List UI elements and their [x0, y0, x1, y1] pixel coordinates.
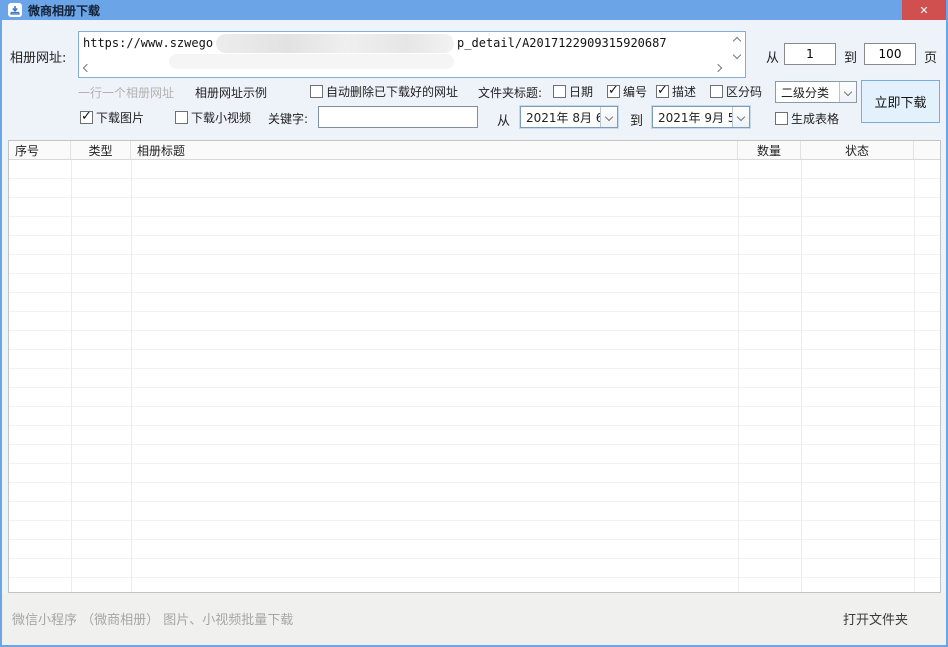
- checkbox-distinguish-code[interactable]: 区分码: [710, 83, 762, 100]
- checkbox-description[interactable]: 描述: [656, 83, 696, 100]
- date-from-label: 从: [497, 110, 510, 129]
- table-body[interactable]: [9, 160, 940, 592]
- column-divider: [71, 160, 72, 592]
- scroll-up-icon[interactable]: [733, 37, 741, 45]
- checkbox-box: [710, 85, 723, 98]
- column-header-title[interactable]: 相册标题: [131, 141, 738, 159]
- checkbox-date[interactable]: 日期: [553, 83, 593, 100]
- checkbox-box: [310, 85, 323, 98]
- keyword-input[interactable]: [318, 106, 478, 128]
- scroll-down-icon[interactable]: [733, 51, 741, 59]
- album-url-textarea[interactable]: https://www.szwego p_detail/A20171229093…: [78, 31, 746, 78]
- album-url-value: https://www.szwego p_detail/A20171229093…: [83, 34, 667, 52]
- url-example-link[interactable]: 相册网址示例: [195, 84, 267, 101]
- download-now-button[interactable]: 立即下载: [861, 80, 940, 123]
- keyword-label: 关键字:: [268, 110, 308, 127]
- app-download-icon: [8, 3, 22, 17]
- column-divider: [131, 160, 132, 592]
- url-prefix: https://www.szwego: [83, 36, 213, 50]
- folder-title-label: 文件夹标题:: [478, 84, 542, 101]
- page-from-input[interactable]: [784, 43, 836, 65]
- column-header-spacer: [914, 141, 940, 159]
- checkbox-box: [80, 111, 93, 124]
- page-from-label: 从: [766, 47, 779, 66]
- titlebar: 微商相册下载 ✕: [2, 0, 946, 20]
- checkbox-auto-delete[interactable]: 自动删除已下载好的网址: [310, 83, 458, 100]
- column-header-status[interactable]: 状态: [801, 141, 914, 159]
- url-hint-text: 一行一个相册网址: [78, 84, 174, 101]
- window-title: 微商相册下载: [28, 2, 100, 19]
- censored-blur: [216, 34, 454, 53]
- page-to-input[interactable]: [864, 43, 916, 65]
- status-info-text: 微信小程序 （微商相册） 图片、小视频批量下载: [12, 609, 293, 628]
- album-url-label: 相册网址:: [10, 47, 66, 66]
- chevron-down-icon: [839, 82, 856, 102]
- close-icon: ✕: [919, 4, 928, 17]
- checkbox-download-videos[interactable]: 下载小视频: [175, 109, 251, 126]
- page-to-label: 到: [844, 47, 857, 66]
- page-unit-label: 页: [924, 47, 937, 66]
- checkbox-box: [175, 111, 188, 124]
- checkbox-box: [775, 112, 788, 125]
- column-header-type[interactable]: 类型: [71, 141, 131, 159]
- column-divider: [801, 160, 802, 592]
- checkbox-generate-table[interactable]: 生成表格: [775, 110, 839, 127]
- category-select[interactable]: 二级分类: [775, 81, 857, 103]
- url-suffix: p_detail/A2017122909315920687: [457, 36, 667, 50]
- chevron-down-icon: [600, 107, 617, 127]
- date-to-select[interactable]: 2021年 9月 5日: [652, 106, 750, 128]
- scroll-right-icon[interactable]: [714, 64, 722, 72]
- scroll-left-icon[interactable]: [83, 64, 91, 72]
- column-divider: [914, 160, 915, 592]
- column-header-count[interactable]: 数量: [738, 141, 801, 159]
- censored-blur-secondary: [169, 54, 454, 69]
- checkbox-box: [607, 85, 620, 98]
- open-folder-button[interactable]: 打开文件夹: [843, 609, 908, 628]
- app-window: 微商相册下载 ✕ 相册网址: https://www.szwego p_deta…: [0, 0, 948, 647]
- checkbox-download-images[interactable]: 下载图片: [80, 109, 144, 126]
- column-divider: [738, 160, 739, 592]
- date-from-select[interactable]: 2021年 8月 6日: [520, 106, 618, 128]
- album-table: 序号 类型 相册标题 数量 状态: [8, 140, 941, 593]
- checkbox-box: [656, 85, 669, 98]
- table-header: 序号 类型 相册标题 数量 状态: [9, 141, 940, 160]
- date-to-label: 到: [630, 110, 643, 129]
- column-header-index[interactable]: 序号: [9, 141, 71, 159]
- statusbar: 微信小程序 （微商相册） 图片、小视频批量下载 打开文件夹: [2, 593, 946, 645]
- checkbox-number[interactable]: 编号: [607, 83, 647, 100]
- chevron-down-icon: [732, 107, 749, 127]
- checkbox-box: [553, 85, 566, 98]
- control-panel: 相册网址: https://www.szwego p_detail/A20171…: [2, 20, 946, 140]
- close-button[interactable]: ✕: [902, 0, 946, 20]
